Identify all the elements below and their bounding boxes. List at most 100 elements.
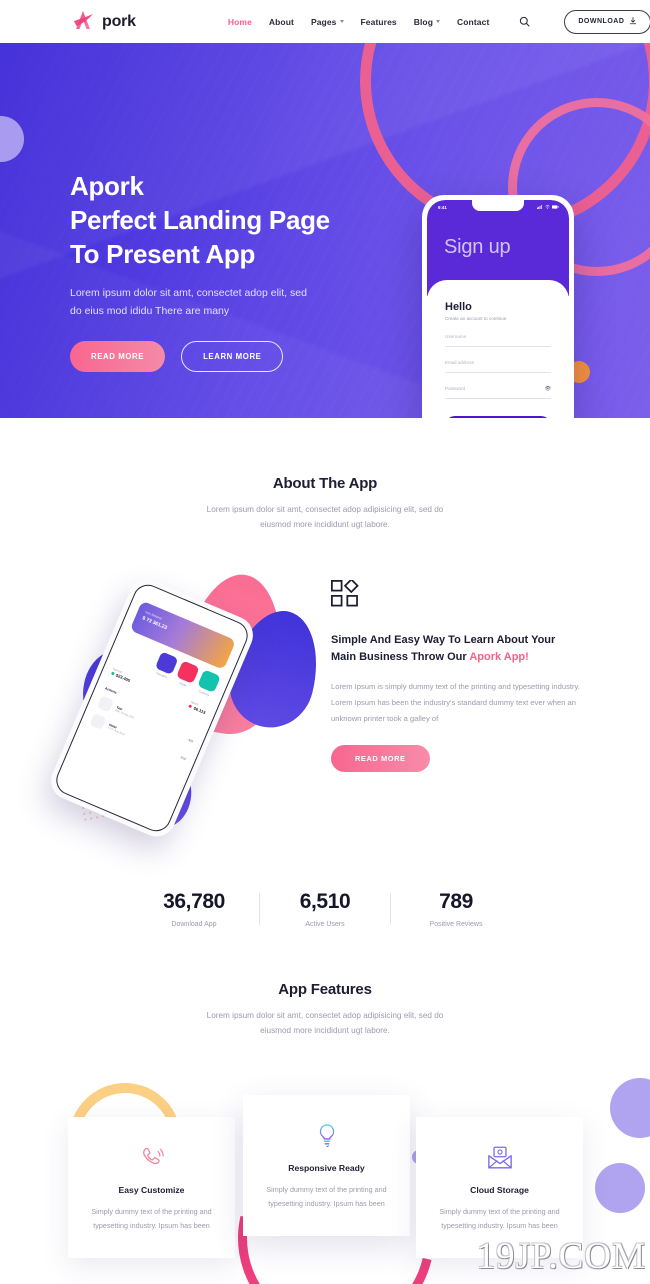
brand-logo[interactable]: pork <box>70 9 136 35</box>
email-field[interactable]: Email address <box>445 360 551 373</box>
hero-buttons: READ MORE LEARN MORE <box>70 341 330 372</box>
about-heading-block: About The App Lorem ipsum dolor sit amt,… <box>0 475 650 532</box>
quick-action-transfers[interactable]: Transfers <box>153 651 179 680</box>
taxi-icon <box>96 695 114 713</box>
hero-learn-more-button[interactable]: LEARN MORE <box>181 341 284 372</box>
field-underline <box>445 346 551 347</box>
search-icon[interactable] <box>519 16 530 27</box>
hotel-icon <box>89 712 107 730</box>
eye-icon[interactable]: 👁 <box>545 386 551 392</box>
stat-label: Active Users <box>305 921 345 928</box>
nav-link-contact[interactable]: Contact <box>457 17 489 27</box>
stat-label: Download App <box>171 921 217 928</box>
stat-active-users: 6,510 Active Users <box>260 890 390 928</box>
about-section: About The App Lorem ipsum dolor sit amt,… <box>0 418 650 843</box>
quick-action-currency[interactable]: Currency <box>195 669 221 698</box>
about-heading-line-1: Simple And Easy Way To Learn About Your <box>331 634 556 646</box>
signup-title: Sign up <box>444 236 511 258</box>
squares-diamond-icon <box>331 578 361 610</box>
about-read-more-button[interactable]: READ MORE <box>331 745 430 772</box>
nav-label: Blog <box>413 16 434 27</box>
features-heading-block: App Features Lorem ipsum dolor sit amt, … <box>0 981 650 1038</box>
stat-positive-reviews: 789 Positive Reviews <box>391 890 521 928</box>
hero-read-more-button[interactable]: READ MORE <box>70 341 166 372</box>
apork-logo-icon <box>70 9 96 35</box>
hero-paragraph-line-2: do eius mod ididu There are many <box>70 305 230 317</box>
about-body: Your Balance $ 73 361.23 Transfers Cards <box>0 567 650 843</box>
nav-links: Home About Pages Features Blog Contact D… <box>228 9 650 34</box>
hero-title: Apork Perfect Landing Page To Present Ap… <box>70 169 330 271</box>
balance-label: Your Balance <box>144 609 163 621</box>
password-field[interactable]: Password 👁 <box>445 386 551 399</box>
feature-card-cloud-storage[interactable]: Cloud Storage Simply dummy text of the p… <box>416 1117 583 1258</box>
hero-title-line-1: Apork <box>70 171 144 201</box>
about-phone-illustration: Your Balance $ 73 361.23 Transfers Cards <box>45 567 331 843</box>
feature-cards-wrap: Easy Customize Simply dummy text of the … <box>0 1059 650 1284</box>
transaction-amount: -$29 <box>186 737 195 744</box>
about-subtitle-line-1: Lorem ipsum dolor sit amt, consectet ado… <box>206 505 444 514</box>
stat-download-app: 36,780 Download App <box>129 890 259 928</box>
about-text-block: Simple And Easy Way To Learn About Your … <box>331 578 583 772</box>
mail-envelope-icon <box>432 1144 567 1171</box>
stat-value: 36,780 <box>163 890 225 913</box>
features-title: App Features <box>278 981 372 998</box>
password-label: Password <box>445 386 466 391</box>
hero-title-line-2: Perfect Landing Page <box>70 205 330 235</box>
about-heading-highlight: Apork App! <box>469 651 529 663</box>
nav-link-blog[interactable]: Blog <box>413 16 441 27</box>
field-underline <box>445 398 551 399</box>
hero-phone-mockup: 9:41 Sign up Hello Create an account to … <box>422 195 574 418</box>
download-icon <box>629 16 637 27</box>
hero-title-line-3: To Present App <box>70 239 256 269</box>
stat-value: 6,510 <box>299 890 351 913</box>
nav-link-pages[interactable]: Pages <box>311 17 344 27</box>
nav-link-home[interactable]: Home <box>228 17 252 27</box>
battery-icon <box>552 205 559 209</box>
signup-form-card: Hello Create an account to continue User… <box>427 280 569 418</box>
feature-card-text: Simply dummy text of the printing and ty… <box>439 1207 560 1230</box>
stats-section: 36,780 Download App 6,510 Active Users 7… <box>0 890 650 928</box>
chevron-down-icon <box>436 20 441 23</box>
about-paragraph: Lorem Ipsum is simply dummy text of the … <box>331 682 580 723</box>
feature-card-text: Simply dummy text of the printing and ty… <box>266 1185 387 1208</box>
nav-label: About <box>268 16 294 27</box>
landing-page: pork Home About Pages Features Blog Cont… <box>0 0 650 1284</box>
quick-action-cards[interactable]: Cards <box>174 660 200 689</box>
stat-label: Positive Reviews <box>429 921 483 928</box>
about-title: About The App <box>272 475 378 492</box>
hero-copy: Apork Perfect Landing Page To Present Ap… <box>70 169 330 372</box>
field-underline <box>445 372 551 373</box>
about-subtitle-line-2: eiusmod more incididunt ugt labore. <box>260 520 390 529</box>
download-label: DOWNLOAD <box>578 18 625 25</box>
finance-app-screen: Your Balance $ 73 361.23 Transfers Cards <box>51 580 253 836</box>
email-label: Email address <box>445 360 475 365</box>
nav-link-about[interactable]: About <box>269 17 294 27</box>
nav-label: Contact <box>457 16 490 27</box>
decor-circle-2 <box>595 1163 645 1213</box>
green-dot-icon <box>110 671 115 676</box>
signal-icon <box>537 205 542 209</box>
feature-card-easy-customize[interactable]: Easy Customize Simply dummy text of the … <box>68 1117 235 1258</box>
earned-block: Earned $23.405 <box>110 667 133 683</box>
features-section: App Features Lorem ipsum dolor sit amt, … <box>0 981 650 1284</box>
nav-label: Pages <box>310 16 337 27</box>
hero-paragraph: Lorem ipsum dolor sit amt, consectet ado… <box>70 284 330 320</box>
feature-card-title: Responsive Ready <box>288 1163 365 1173</box>
transaction-amount: -$18 <box>179 754 187 761</box>
feature-card-responsive-ready[interactable]: Responsive Ready Simply dummy text of th… <box>243 1095 410 1236</box>
nav-label: Features <box>360 16 397 27</box>
hero-section: Apork Perfect Landing Page To Present Ap… <box>0 43 650 418</box>
username-field[interactable]: Username <box>445 334 551 347</box>
feature-card-text: Simply dummy text of the printing and ty… <box>91 1207 212 1230</box>
feature-card-title: Cloud Storage <box>470 1185 529 1195</box>
spent-block: Spent $6.113 <box>188 700 208 715</box>
features-subtitle-line-1: Lorem ipsum dolor sit amt, consectet ado… <box>206 1011 444 1020</box>
features-subtitle: Lorem ipsum dolor sit amt, consectet ado… <box>0 1008 650 1038</box>
about-heading: Simple And Easy Way To Learn About Your … <box>331 632 583 666</box>
feature-card-title: Easy Customize <box>118 1185 185 1195</box>
chevron-down-icon <box>339 20 344 23</box>
create-account-button[interactable]: CREATE <box>445 416 551 418</box>
nav-link-features[interactable]: Features <box>361 17 397 27</box>
top-navigation-bar: pork Home About Pages Features Blog Cont… <box>0 0 650 43</box>
download-button[interactable]: DOWNLOAD <box>564 9 650 34</box>
